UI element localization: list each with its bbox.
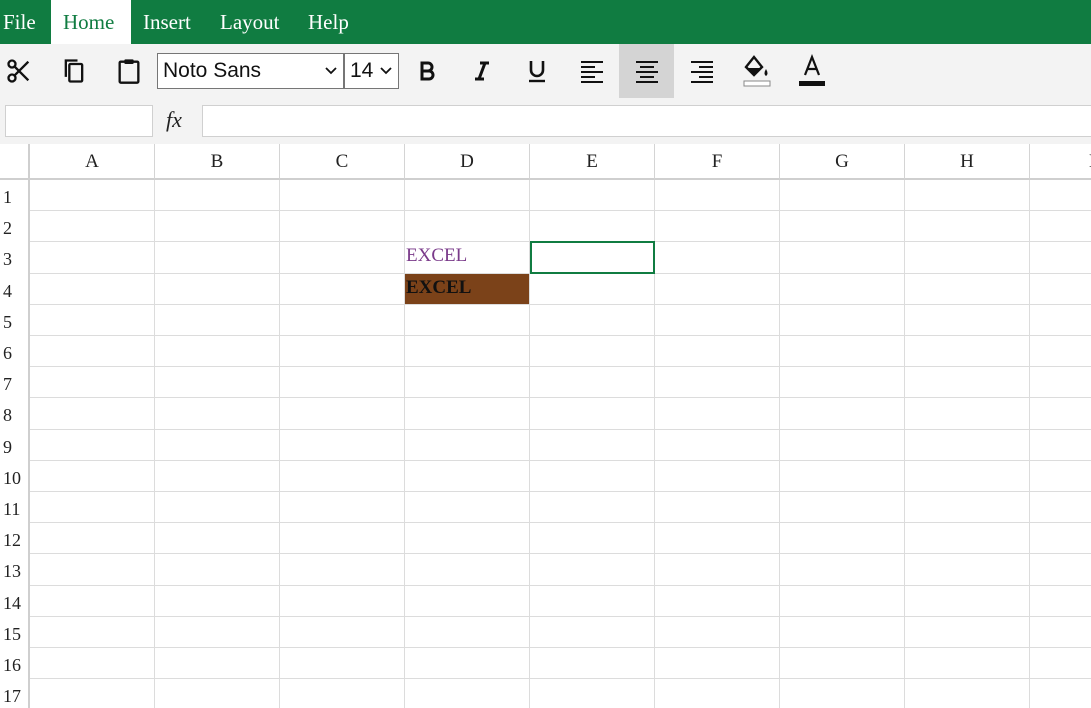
- grid-line: [904, 180, 905, 708]
- row-header-5[interactable]: 5: [0, 304, 30, 336]
- column-header-h[interactable]: H: [905, 144, 1030, 180]
- formula-bar: fx: [0, 100, 1091, 144]
- bold-icon: [420, 61, 434, 81]
- font-color-icon: [798, 54, 825, 86]
- column-header-f[interactable]: F: [655, 144, 780, 180]
- row-header-14[interactable]: 14: [0, 585, 30, 617]
- row-header-1[interactable]: 1: [0, 180, 30, 212]
- grid-line: [154, 180, 155, 708]
- underline-button[interactable]: [509, 44, 564, 98]
- row-header-9[interactable]: 9: [0, 429, 30, 461]
- row-header-10[interactable]: 10: [0, 460, 30, 492]
- toolbar: Noto Sans 14: [0, 44, 1091, 100]
- font-family-select[interactable]: Noto Sans: [157, 53, 344, 89]
- row-header-2[interactable]: 2: [0, 211, 30, 243]
- cell-d4[interactable]: EXCEL: [405, 273, 529, 304]
- grid-line: [30, 678, 1091, 680]
- chevron-down-icon: [325, 54, 337, 88]
- menu-insert[interactable]: Insert: [131, 0, 203, 44]
- align-center-icon: [635, 61, 658, 83]
- grid-line: [30, 522, 1091, 524]
- align-right-icon: [690, 61, 713, 83]
- font-size-value: 14: [350, 59, 374, 82]
- row-header-6[interactable]: 6: [0, 336, 30, 368]
- column-header-b[interactable]: B: [155, 144, 280, 180]
- copy-icon: [64, 59, 83, 83]
- align-left-button[interactable]: [564, 44, 619, 98]
- grid-line: [1029, 180, 1030, 708]
- formula-input[interactable]: [202, 105, 1091, 137]
- row-header-4[interactable]: 4: [0, 273, 30, 305]
- grid-line: [30, 397, 1091, 399]
- row-header-8[interactable]: 8: [0, 398, 30, 430]
- menu-layout[interactable]: Layout: [208, 0, 291, 44]
- align-center-button[interactable]: [619, 44, 674, 98]
- row-header-15[interactable]: 15: [0, 616, 30, 648]
- bold-button[interactable]: [399, 44, 454, 98]
- cell-d3[interactable]: EXCEL: [405, 242, 529, 272]
- menu-bar: File Home Insert Layout Help: [0, 0, 1091, 44]
- grid-line: [30, 553, 1091, 555]
- menu-home[interactable]: Home: [51, 0, 131, 44]
- grid-line: [30, 584, 1091, 586]
- align-right-button[interactable]: [674, 44, 729, 98]
- font-family-value: Noto Sans: [163, 59, 262, 82]
- grid-line: [30, 491, 1091, 492]
- cut-button[interactable]: [0, 44, 46, 98]
- paste-button[interactable]: [101, 44, 156, 98]
- row-header-17[interactable]: 17: [0, 679, 30, 708]
- font-color-button[interactable]: [784, 44, 839, 98]
- grid-line: [279, 180, 280, 708]
- column-header-c[interactable]: C: [280, 144, 405, 180]
- paste-icon: [118, 59, 139, 84]
- grid-line: [30, 615, 1091, 617]
- grid-line: [30, 459, 1091, 461]
- column-header-g[interactable]: G: [780, 144, 905, 180]
- align-left-icon: [580, 61, 603, 83]
- scissors-icon: [6, 59, 29, 83]
- row-header-13[interactable]: 13: [0, 554, 30, 586]
- column-header-d[interactable]: D: [405, 144, 530, 180]
- menu-help[interactable]: Help: [296, 0, 361, 44]
- font-size-select[interactable]: 14: [344, 53, 399, 89]
- grid-line: [30, 303, 1091, 305]
- grid-line: [30, 428, 1091, 430]
- row-header-16[interactable]: 16: [0, 648, 30, 680]
- grid-line: [30, 366, 1091, 368]
- selected-cell-e3[interactable]: [530, 241, 655, 274]
- grid-line: [30, 210, 1091, 212]
- row-header-3[interactable]: 3: [0, 242, 30, 274]
- fx-label: fx: [166, 107, 182, 132]
- column-header-e[interactable]: E: [530, 144, 655, 180]
- italic-button[interactable]: [454, 44, 509, 98]
- copy-button[interactable]: [46, 44, 101, 98]
- fill-color-button[interactable]: [729, 44, 784, 98]
- menu-file[interactable]: File: [0, 0, 48, 44]
- select-all-corner[interactable]: [0, 144, 30, 180]
- column-header-i[interactable]: I: [1030, 144, 1091, 180]
- grid-line: [30, 335, 1091, 336]
- grid-line: [30, 647, 1091, 648]
- name-box[interactable]: [5, 105, 153, 137]
- grid-line: [779, 180, 780, 708]
- column-header-a[interactable]: A: [30, 144, 155, 180]
- italic-icon: [474, 61, 489, 81]
- row-header-11[interactable]: 11: [0, 492, 30, 524]
- underline-icon: [528, 61, 545, 83]
- spreadsheet-grid[interactable]: ABCDEFGHI1234567891011121314151617EXCELE…: [0, 144, 1091, 708]
- row-header-12[interactable]: 12: [0, 523, 30, 555]
- row-header-7[interactable]: 7: [0, 367, 30, 399]
- chevron-down-icon: [380, 54, 392, 88]
- fill-color-icon: [743, 55, 770, 87]
